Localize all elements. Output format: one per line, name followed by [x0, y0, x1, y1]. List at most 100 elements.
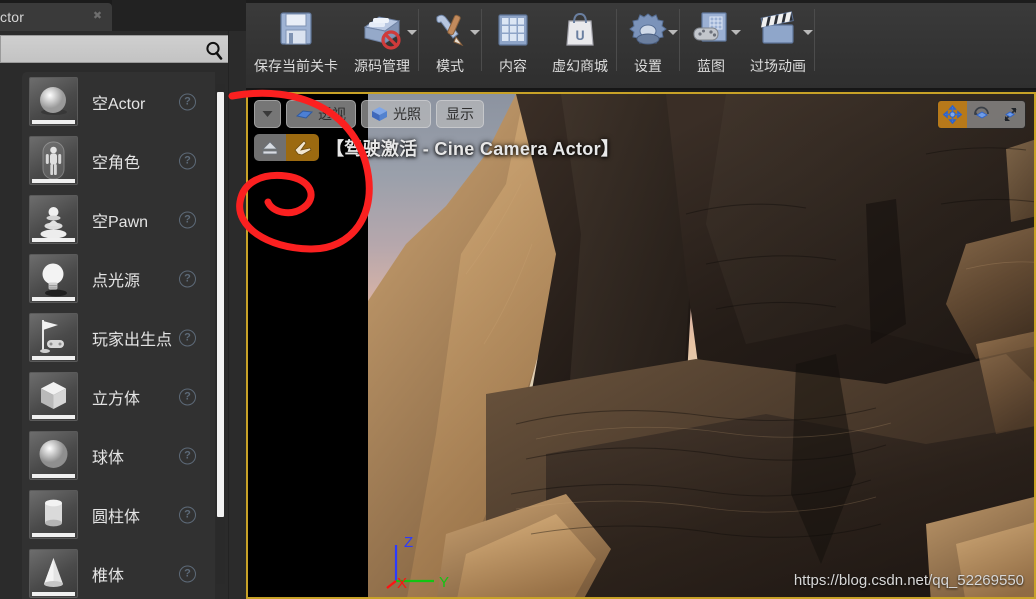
list-scrollbar[interactable] [216, 84, 225, 584]
toolbar-item-label: 内容 [499, 58, 527, 74]
help-icon[interactable]: ? [179, 152, 196, 169]
list-item[interactable]: 椎体 ? [22, 544, 215, 599]
axis-y-label: Y [439, 574, 449, 589]
toolbar-item-save-level[interactable]: 保存当前关卡 [246, 0, 346, 86]
eject-icon[interactable] [254, 134, 286, 161]
list-item-label: 空Pawn [92, 213, 149, 231]
main-toolbar: 保存当前关卡 源码管理 模式 内容 𝐔 虚幻商城 设置 蓝图 过场动画 [246, 0, 1036, 90]
search-icon[interactable] [201, 36, 229, 62]
list-item-label: 空Actor [92, 95, 146, 113]
toolbar-item-label: 源码管理 [354, 58, 410, 74]
search-input[interactable] [1, 36, 201, 62]
list-item-label: 玩家出生点 [92, 331, 173, 349]
perspective-icon [296, 107, 313, 121]
toolbar-item-cinematics[interactable]: 过场动画 [742, 0, 814, 86]
content-browser-icon [490, 9, 536, 53]
help-icon[interactable]: ? [179, 270, 196, 287]
close-icon[interactable]: ✖ [92, 11, 103, 22]
toolbar-item-settings[interactable]: 设置 [617, 0, 679, 86]
list-item-label: 球体 [92, 449, 125, 467]
tab-label: ctor [0, 9, 25, 25]
toolbar-item-label: 保存当前关卡 [254, 58, 338, 74]
chevron-down-icon[interactable] [803, 30, 813, 35]
viewport-show-label: 显示 [446, 106, 474, 122]
point-light-icon [29, 254, 78, 303]
list-item-label: 椎体 [92, 567, 125, 585]
list-item[interactable]: 玩家出生点 ? [22, 308, 215, 367]
chevron-down-icon[interactable] [668, 30, 678, 35]
cone-icon [29, 549, 78, 598]
scrollbar-thumb[interactable] [217, 92, 224, 517]
character-capsule-icon [29, 136, 78, 185]
list-item[interactable]: 点光源 ? [22, 249, 215, 308]
axis-x-label: X [397, 575, 407, 589]
list-item-label: 立方体 [92, 390, 141, 408]
help-icon[interactable]: ? [179, 388, 196, 405]
settings-gear-icon [625, 9, 671, 53]
list-item-label: 点光源 [92, 272, 141, 290]
toolbar-item-modes[interactable]: 模式 [419, 0, 481, 86]
toolbar-item-content[interactable]: 内容 [482, 0, 544, 86]
pilot-status-text: 【驾驶激活 - Cine Camera Actor】 [326, 138, 620, 159]
toolbar-item-label: 模式 [436, 58, 464, 74]
viewport-lighting-button[interactable]: 光照 [361, 100, 431, 128]
sphere-actor-icon [29, 77, 78, 126]
help-icon[interactable]: ? [179, 447, 196, 464]
chevron-down-icon[interactable] [407, 30, 417, 35]
viewport-options-dropdown[interactable] [254, 100, 281, 128]
viewport-view-mode-button[interactable]: 透视 [286, 100, 356, 128]
panel-edge [228, 31, 246, 599]
list-item[interactable]: 空Pawn ? [22, 190, 215, 249]
move-tool-button[interactable] [938, 101, 967, 128]
place-actors-panel: ctor ✖ 空Actor ? 空角色 ? 空Pawn ? 点光源 ? 玩家出生… [0, 0, 246, 599]
viewport-view-mode-label: 透视 [318, 106, 346, 122]
level-viewport[interactable]: Z Y X 透视 光照 显示 【驾驶激活 - Cine Camera Actor… [246, 92, 1036, 599]
save-floppy-icon [273, 9, 319, 53]
chevron-down-icon[interactable] [470, 30, 480, 35]
list-item[interactable]: 立方体 ? [22, 367, 215, 426]
rotate-gizmo-icon [974, 106, 989, 119]
toolbar-item-label: 过场动画 [750, 58, 806, 74]
toolbar-item-marketplace[interactable]: 𝐔 虚幻商城 [544, 0, 616, 86]
player-start-icon [29, 313, 78, 362]
help-icon[interactable]: ? [179, 565, 196, 582]
actor-list[interactable]: 空Actor ? 空角色 ? 空Pawn ? 点光源 ? 玩家出生点 ? 立方体… [22, 72, 215, 599]
tab-place-actors[interactable]: ctor ✖ [0, 3, 112, 31]
tab-strip-empty [112, 0, 246, 31]
list-item[interactable]: 空角色 ? [22, 131, 215, 190]
viewport-black-region [248, 94, 368, 597]
help-icon[interactable]: ? [179, 506, 196, 523]
rotate-tool-button[interactable] [967, 101, 996, 128]
move-gizmo-icon [943, 105, 962, 124]
list-item[interactable]: 球体 ? [22, 426, 215, 485]
toolbar-item-blueprints[interactable]: 蓝图 [680, 0, 742, 86]
canyon-geometry [366, 94, 1034, 597]
search-box[interactable] [0, 35, 230, 63]
viewport-pilot-bar: 【驾驶激活 - Cine Camera Actor】 [254, 134, 619, 161]
transform-tools-group [937, 100, 1026, 129]
toolbar-item-source-control[interactable]: 源码管理 [346, 0, 418, 86]
list-item[interactable]: 空Actor ? [22, 72, 215, 131]
modes-wrench-icon [427, 9, 473, 53]
toolbar-separator [814, 9, 815, 71]
chevron-down-icon[interactable] [731, 30, 741, 35]
chevron-down-icon [262, 111, 273, 117]
help-icon[interactable]: ? [179, 93, 196, 110]
list-item[interactable]: 圆柱体 ? [22, 485, 215, 544]
help-icon[interactable]: ? [179, 211, 196, 228]
toolbar-item-label: 虚幻商城 [552, 58, 608, 74]
toolbar-item-label: 蓝图 [697, 58, 725, 74]
cube-icon [29, 372, 78, 421]
viewport-show-button[interactable]: 显示 [436, 100, 484, 128]
pawn-icon [29, 195, 78, 244]
svg-text:𝐔: 𝐔 [575, 28, 585, 43]
search-row [0, 33, 237, 66]
scale-tool-button[interactable] [996, 101, 1025, 128]
axis-gizmo: Z Y X [384, 531, 464, 592]
toolbar-item-label: 设置 [634, 58, 662, 74]
pilot-plane-icon[interactable] [286, 134, 319, 161]
scale-gizmo-icon [1004, 108, 1017, 121]
watermark-text: https://blog.csdn.net/qq_52269550 [793, 572, 1024, 589]
help-icon[interactable]: ? [179, 329, 196, 346]
list-item-label: 空角色 [92, 154, 141, 172]
